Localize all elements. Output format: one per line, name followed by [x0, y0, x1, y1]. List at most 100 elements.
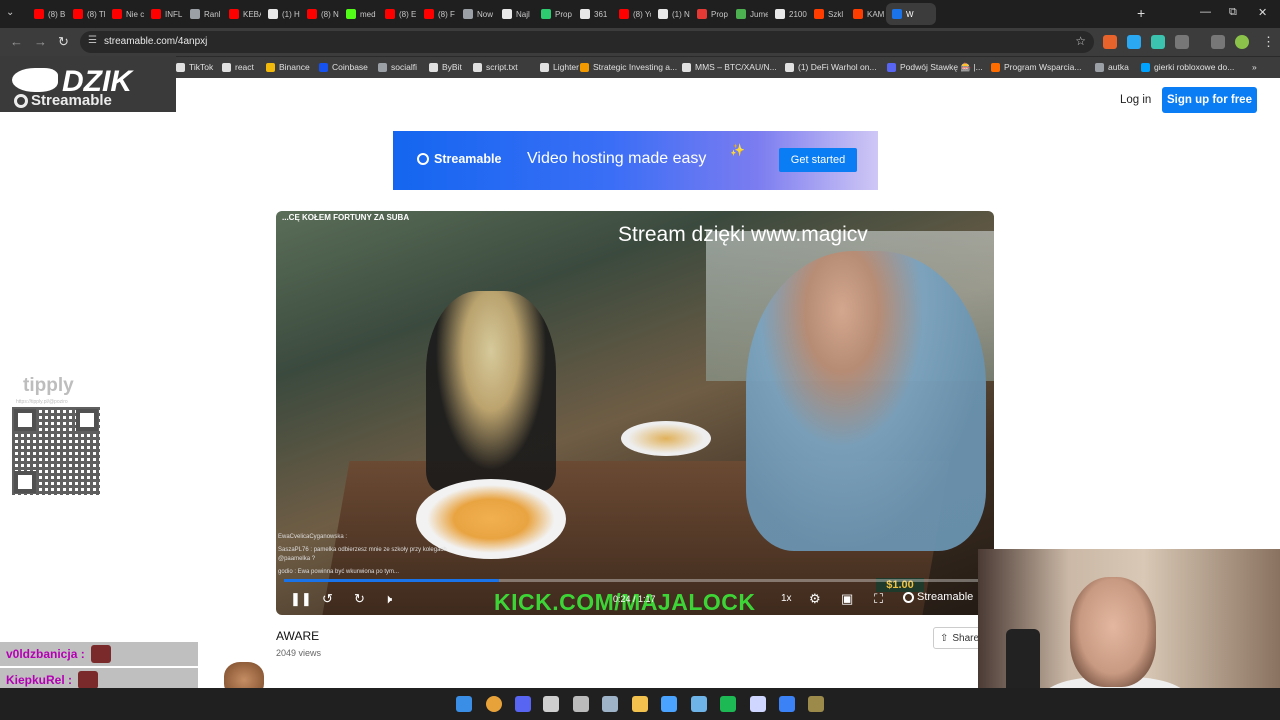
- bookmark-item[interactable]: autka: [1095, 62, 1129, 72]
- bookmark-item[interactable]: gierki robloxowe do...: [1141, 62, 1234, 72]
- minimize-icon[interactable]: —: [1200, 6, 1211, 18]
- address-bar[interactable]: ☰ streamable.com/4anpxj ☆: [80, 31, 1094, 53]
- tab-16[interactable]: (1) N: [652, 3, 690, 25]
- refresh-app-icon[interactable]: [661, 696, 677, 712]
- bookmark-item[interactable]: script.txt: [473, 62, 518, 72]
- tab-18[interactable]: Jume: [730, 3, 768, 25]
- bookmark-item[interactable]: Strategic Investing a...: [580, 62, 677, 72]
- streamable-brand-link[interactable]: Streamable: [903, 591, 973, 603]
- tab-12[interactable]: Najl: [496, 3, 534, 25]
- extension-fox-icon[interactable]: [1103, 35, 1117, 49]
- bookmark-item[interactable]: ByBit: [429, 62, 462, 72]
- game-icon[interactable]: [808, 696, 824, 712]
- ad-banner[interactable]: Streamable Video hosting made easy ✨ Get…: [393, 131, 878, 190]
- tab-5[interactable]: KEBA: [223, 3, 261, 25]
- chrome-alt-icon[interactable]: [573, 696, 589, 712]
- restore-icon[interactable]: ⧉: [1229, 6, 1237, 19]
- bookmark-item[interactable]: Coinbase: [319, 62, 368, 72]
- bookmark-favicon-icon: [176, 62, 185, 72]
- volume-icon[interactable]: 🕨: [384, 591, 392, 607]
- get-started-button[interactable]: Get started: [779, 148, 857, 172]
- app-x-icon[interactable]: [779, 696, 795, 712]
- bookmark-star-icon[interactable]: ☆: [1075, 34, 1086, 48]
- tab-1[interactable]: (8) Tl: [67, 3, 105, 25]
- rewind-icon[interactable]: ↺: [322, 591, 333, 607]
- tab-7[interactable]: (8) N: [301, 3, 339, 25]
- tab-3[interactable]: INFLI: [145, 3, 183, 25]
- chat-username: KiepkuRel :: [6, 673, 73, 687]
- menu-icon[interactable]: ⋮: [1262, 34, 1275, 50]
- more-bookmarks-icon[interactable]: »: [1252, 62, 1257, 72]
- obs-icon[interactable]: [543, 696, 559, 712]
- tab-22[interactable]: W: [886, 3, 936, 25]
- video-progress-bar[interactable]: [284, 579, 978, 582]
- tab-10[interactable]: (8) F: [418, 3, 456, 25]
- reload-icon[interactable]: ↻: [58, 34, 69, 50]
- bookmark-item[interactable]: Program Wsparcia...: [991, 62, 1081, 72]
- streamable-logo-icon: [417, 153, 429, 165]
- tab-20[interactable]: Szkl: [808, 3, 846, 25]
- folder-icon[interactable]: [632, 696, 648, 712]
- share-button[interactable]: ⇧ Share: [933, 627, 983, 649]
- bookmark-item[interactable]: Lighter: [540, 62, 579, 72]
- spotify-icon[interactable]: [720, 696, 736, 712]
- video-person-man: [746, 251, 986, 551]
- steam-icon[interactable]: [602, 696, 618, 712]
- tab-8[interactable]: med: [340, 3, 378, 25]
- tab-4[interactable]: Ranl: [184, 3, 222, 25]
- forward-skip-icon[interactable]: ↻: [354, 591, 365, 607]
- streamable-logo-icon: [14, 93, 28, 108]
- tab-0[interactable]: (8) B: [28, 3, 66, 25]
- url-text[interactable]: streamable.com/4anpxj: [104, 36, 207, 47]
- tab-11[interactable]: Now: [457, 3, 495, 25]
- discord-icon[interactable]: [515, 696, 531, 712]
- back-icon[interactable]: ←: [10, 34, 23, 49]
- tab-search-icon[interactable]: ⌄: [6, 7, 20, 21]
- tab-favicon-icon: [814, 9, 824, 19]
- windows-start-icon[interactable]: [456, 696, 472, 712]
- tab-6[interactable]: (1) H: [262, 3, 300, 25]
- forward-icon[interactable]: →: [34, 34, 47, 49]
- tool-icon[interactable]: [691, 696, 707, 712]
- tipply-logo: tipply: [23, 375, 74, 396]
- tab-14[interactable]: 361: [574, 3, 612, 25]
- media-control-icon[interactable]: [1211, 35, 1225, 49]
- close-window-icon[interactable]: ✕: [1258, 6, 1267, 19]
- bookmark-item[interactable]: Binance: [266, 62, 310, 72]
- extensions-puzzle-icon[interactable]: [1175, 35, 1189, 49]
- playback-speed-button[interactable]: 1x: [781, 593, 792, 604]
- extension-blue-icon[interactable]: [1127, 35, 1141, 49]
- settings-gear-icon[interactable]: ⚙: [809, 591, 821, 607]
- tab-19[interactable]: 2100: [769, 3, 807, 25]
- new-tab-icon[interactable]: +: [1137, 5, 1145, 21]
- tab-15[interactable]: (8) Yo: [613, 3, 651, 25]
- video-player[interactable]: ...CĘ KOŁEM FORTUNY ZA SUBA Stream dzięk…: [276, 211, 994, 615]
- tab-21[interactable]: KAM: [847, 3, 885, 25]
- picture-in-picture-icon[interactable]: ▣: [841, 591, 853, 607]
- tab-2[interactable]: Nie c: [106, 3, 144, 25]
- tab-17[interactable]: Prop: [691, 3, 729, 25]
- site-info-icon[interactable]: ☰: [88, 35, 97, 46]
- pause-icon[interactable]: ❚❚: [290, 591, 312, 607]
- bookmark-item[interactable]: Podwój Stawkę 🎰 |...: [887, 62, 983, 73]
- bookmark-item[interactable]: (1) DeFi Warhol on...: [785, 62, 877, 72]
- tab-favicon-icon: [385, 9, 395, 19]
- bookmark-favicon-icon: [991, 62, 1000, 72]
- chrome-icon[interactable]: [486, 696, 502, 712]
- bookmark-label: Strategic Investing a...: [593, 62, 678, 72]
- tab-label: KEBA: [243, 9, 261, 19]
- discord-alt-icon[interactable]: [750, 696, 766, 712]
- bookmark-item[interactable]: socialfi: [378, 62, 417, 72]
- login-link[interactable]: Log in: [1120, 94, 1151, 106]
- bookmark-favicon-icon: [887, 63, 896, 72]
- bookmark-item[interactable]: react: [222, 62, 254, 72]
- signup-button[interactable]: Sign up for free: [1162, 87, 1257, 113]
- profile-avatar[interactable]: [1235, 35, 1249, 49]
- tab-9[interactable]: (8) E: [379, 3, 417, 25]
- bookmark-favicon-icon: [785, 62, 794, 72]
- fullscreen-icon[interactable]: ⛶: [874, 591, 883, 607]
- tab-13[interactable]: Prop: [535, 3, 573, 25]
- bookmark-item[interactable]: MMS – BTC/XAU/N...: [682, 62, 777, 72]
- extension-teal-icon[interactable]: [1151, 35, 1165, 49]
- bookmark-item[interactable]: TikTok: [176, 62, 213, 72]
